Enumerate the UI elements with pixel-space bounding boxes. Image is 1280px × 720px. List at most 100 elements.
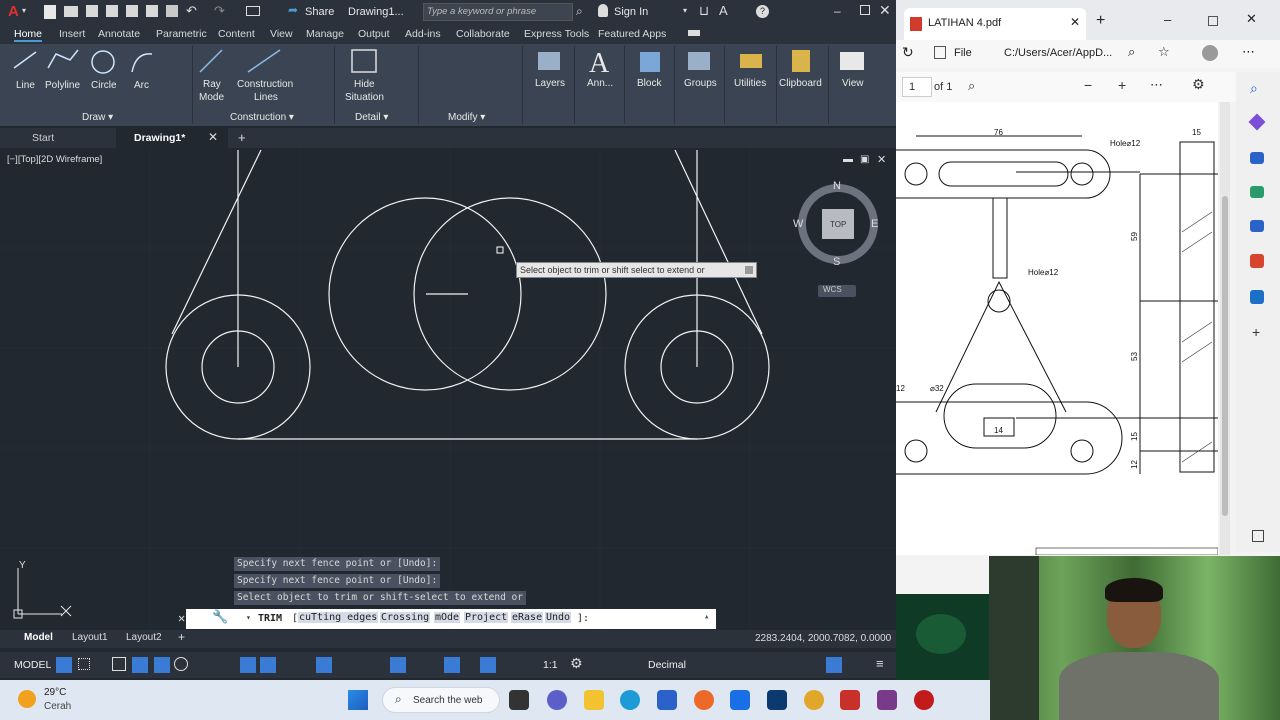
pinned-app-icon[interactable] bbox=[767, 690, 787, 710]
viewcube-south[interactable]: S bbox=[833, 256, 840, 268]
file-explorer-icon[interactable] bbox=[584, 690, 604, 710]
minimize-icon[interactable]: – bbox=[834, 4, 841, 18]
tab-drawing1[interactable]: Drawing1* ✕ bbox=[116, 128, 228, 148]
edge-icon[interactable] bbox=[620, 690, 640, 710]
tab-view[interactable]: View bbox=[270, 28, 293, 40]
viewcube-east[interactable]: E bbox=[871, 218, 878, 230]
save-icon[interactable] bbox=[86, 5, 98, 17]
find-icon[interactable]: ⌕ bbox=[968, 78, 975, 94]
transparency-toggle-icon[interactable] bbox=[260, 657, 276, 673]
tab-annotate[interactable]: Annotate bbox=[98, 28, 140, 40]
cmd-option-erase[interactable]: eRase bbox=[511, 612, 544, 623]
tab-layout2[interactable]: Layout2 bbox=[126, 632, 162, 643]
wcs-menu[interactable]: WCS bbox=[818, 285, 856, 297]
close-tab-icon[interactable]: ✕ bbox=[1070, 15, 1080, 29]
open-folder-icon[interactable] bbox=[64, 6, 78, 17]
viewport-minimize-icon[interactable]: ▬ bbox=[843, 154, 853, 165]
tab-home[interactable]: Home bbox=[14, 28, 43, 42]
viewport-restore-icon[interactable]: ▣ bbox=[860, 154, 869, 165]
command-history-toggle-icon[interactable]: ▴ bbox=[704, 612, 709, 622]
sidebar-search-icon[interactable]: ⌕ bbox=[1250, 80, 1258, 97]
user-icon[interactable] bbox=[598, 4, 608, 17]
command-input-area[interactable]: ▾ TRIM [ cuTting edges Crossing mOde Pro… bbox=[230, 609, 716, 629]
minimize-icon[interactable]: – bbox=[1164, 12, 1171, 27]
workspace-icon[interactable] bbox=[246, 6, 260, 16]
cmd-option-project[interactable]: Project bbox=[464, 612, 509, 623]
help-icon[interactable]: ? bbox=[756, 5, 769, 18]
games-icon[interactable] bbox=[1250, 220, 1264, 232]
tools-icon[interactable] bbox=[1250, 186, 1264, 198]
weather-icon[interactable] bbox=[18, 690, 36, 708]
more-options-icon[interactable]: ⋯ bbox=[1242, 44, 1255, 60]
layers-button[interactable]: Layers bbox=[535, 78, 565, 89]
app-logo[interactable]: A bbox=[8, 3, 19, 20]
construction-line1[interactable]: Construction bbox=[237, 79, 293, 90]
task-view-icon[interactable] bbox=[509, 690, 529, 710]
undo-icon[interactable]: ↶ bbox=[186, 3, 197, 19]
arc-button[interactable]: Arc bbox=[134, 80, 149, 91]
weather-condition[interactable]: Cerah bbox=[44, 701, 71, 712]
command-line[interactable]: ✕ 🔧 ▾ TRIM [ cuTting edges Crossing mOde… bbox=[178, 609, 716, 629]
redo-icon[interactable]: ↷ bbox=[214, 3, 225, 19]
pdf-page[interactable]: 76 15 Hole⌀12 59 Hole⌀12 53 ⌀32 14 15 12… bbox=[896, 102, 1218, 555]
cart-icon[interactable]: ⊔ bbox=[699, 3, 709, 19]
favorite-icon[interactable]: ☆ bbox=[1158, 44, 1170, 60]
close-window-icon[interactable]: ✕ bbox=[1246, 11, 1257, 27]
line-button[interactable]: Line bbox=[16, 80, 35, 91]
clipboard-button[interactable]: Clipboard bbox=[779, 78, 822, 89]
tab-express-tools[interactable]: Express Tools bbox=[524, 28, 589, 40]
page-number-input[interactable]: 1 bbox=[902, 77, 932, 97]
dropbox-icon[interactable] bbox=[730, 690, 750, 710]
settings-icon[interactable]: ⚙ bbox=[1192, 76, 1205, 93]
autocad-taskbar-icon[interactable] bbox=[840, 690, 860, 710]
store-icon[interactable] bbox=[657, 690, 677, 710]
ray-mode-line1[interactable]: Ray bbox=[203, 79, 221, 90]
new-tab-icon[interactable]: + bbox=[238, 130, 246, 145]
new-file-icon[interactable] bbox=[44, 5, 56, 19]
copilot-icon[interactable] bbox=[1248, 113, 1266, 131]
tab-start[interactable]: Start bbox=[32, 132, 54, 144]
outlook-icon[interactable] bbox=[1250, 290, 1264, 304]
tab-add-ins[interactable]: Add-ins bbox=[405, 28, 441, 40]
snap-toggle-icon[interactable] bbox=[78, 658, 90, 670]
recorder-icon[interactable] bbox=[914, 690, 934, 710]
close-tab-icon[interactable]: ✕ bbox=[208, 130, 218, 144]
cmd-option-undo[interactable]: Undo bbox=[545, 612, 572, 623]
annotation-visibility-icon[interactable] bbox=[444, 657, 460, 673]
annotation-monitor-icon[interactable] bbox=[390, 657, 406, 673]
isodraft-toggle-icon[interactable] bbox=[154, 657, 170, 673]
groups-button[interactable]: Groups bbox=[684, 78, 717, 89]
zoom-in-icon[interactable]: + bbox=[1118, 77, 1126, 93]
tab-parametric[interactable]: Parametric bbox=[156, 28, 207, 40]
web-mobile-icon[interactable] bbox=[126, 5, 138, 17]
taskbar-search[interactable]: ⌕ Search the web bbox=[382, 687, 500, 713]
hide-situation-line2[interactable]: Situation bbox=[345, 92, 384, 103]
weather-temperature[interactable]: 29°C bbox=[44, 687, 66, 698]
scrollbar-thumb[interactable] bbox=[1222, 196, 1228, 516]
maximize-icon[interactable] bbox=[860, 5, 870, 15]
file-info-icon[interactable] bbox=[934, 46, 946, 59]
tab-model[interactable]: Model bbox=[24, 632, 53, 643]
close-icon[interactable]: ✕ bbox=[879, 2, 891, 19]
refresh-icon[interactable]: ↻ bbox=[902, 44, 914, 61]
cmd-option-mode[interactable]: mOde bbox=[434, 612, 461, 623]
units-button[interactable]: Decimal bbox=[648, 659, 686, 671]
browser-tab[interactable]: LATIHAN 4.pdf ✕ bbox=[904, 8, 1086, 40]
hide-sidebar-icon[interactable] bbox=[1252, 530, 1264, 542]
view-button[interactable]: View bbox=[842, 78, 864, 89]
share-icon[interactable]: ➦ bbox=[288, 3, 298, 17]
more-tools-icon[interactable]: ⋯ bbox=[1150, 77, 1163, 93]
address-field[interactable]: C:/Users/Acer/AppD... bbox=[1004, 47, 1112, 59]
object-snap-toggle-icon[interactable] bbox=[174, 657, 188, 671]
ortho-toggle-icon[interactable] bbox=[112, 657, 126, 671]
office-icon[interactable] bbox=[1250, 254, 1264, 268]
recent-commands-icon[interactable]: ▾ bbox=[246, 613, 251, 622]
customization-menu-icon[interactable]: ≡ bbox=[876, 656, 884, 671]
maximize-icon[interactable] bbox=[1208, 16, 1218, 26]
viewcube-west[interactable]: W bbox=[793, 218, 803, 230]
search-input[interactable]: Type a keyword or phrase bbox=[423, 3, 573, 21]
signin-button[interactable]: Sign In bbox=[614, 6, 648, 18]
start-icon[interactable] bbox=[348, 690, 368, 710]
viewcube-top-label[interactable]: TOP bbox=[830, 220, 846, 229]
print-icon[interactable] bbox=[166, 5, 178, 17]
